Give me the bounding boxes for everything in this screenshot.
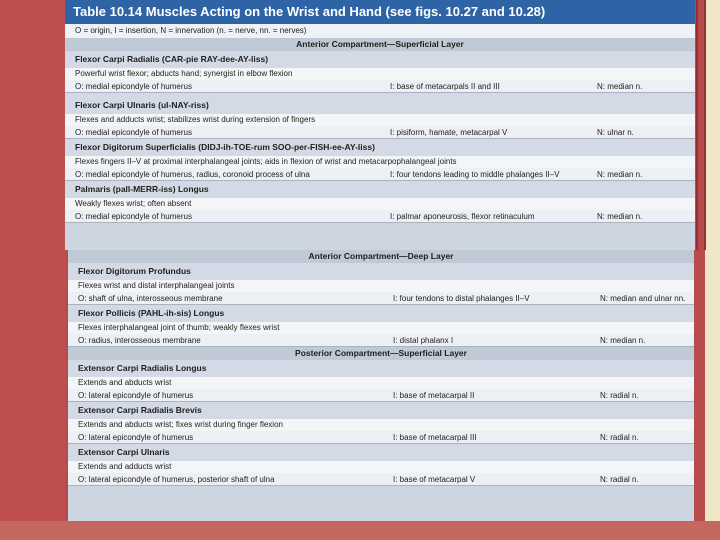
muscle-name: Extensor Carpi Radialis Brevis	[68, 402, 694, 419]
muscle-action: Powerful wrist flexor; abducts hand; syn…	[65, 68, 695, 80]
innervation-text: N: ulnar n.	[597, 128, 634, 137]
origin-text: O: lateral epicondyle of humerus	[78, 391, 194, 400]
origin-text: O: medial epicondyle of humerus	[75, 82, 192, 91]
muscle-action: Flexes and adducts wrist; stabilizes wri…	[65, 114, 695, 126]
decorative-border-lines	[696, 0, 706, 250]
muscle-action: Extends and abducts wrist	[68, 377, 694, 389]
muscle-details: O: medial epicondyle of humerus, radius,…	[65, 168, 695, 181]
origin-text: O: shaft of ulna, interosseous membrane	[78, 294, 223, 303]
origin-text: O: lateral epicondyle of humerus	[78, 433, 194, 442]
table-legend: O = origin, I = insertion, N = innervati…	[65, 24, 695, 38]
muscle-details: O: medial epicondyle of humerus I: pisif…	[65, 126, 695, 139]
innervation-text: N: median n.	[597, 82, 643, 91]
slide-left-margin	[0, 0, 65, 540]
innervation-text: N: median n.	[600, 336, 646, 345]
insertion-text: I: four tendons leading to middle phalan…	[390, 170, 560, 179]
decorative-floral-border	[705, 0, 720, 540]
insertion-text: I: pisiform, hamate, metacarpal V	[390, 128, 508, 137]
muscle-name: Flexor Carpi Ulnaris (ul-NAY-riss)	[65, 97, 695, 114]
insertion-text: I: base of metacarpal II	[393, 391, 475, 400]
muscle-details: O: shaft of ulna, interosseous membrane …	[68, 292, 694, 305]
insertion-text: I: base of metacarpals II and III	[390, 82, 500, 91]
muscle-details: O: medial epicondyle of humerus I: palma…	[65, 210, 695, 223]
origin-text: O: medial epicondyle of humerus, radius,…	[75, 170, 310, 179]
muscle-action: Weakly flexes wrist; often absent	[65, 198, 695, 210]
table-upper-panel: Table 10.14 Muscles Acting on the Wrist …	[65, 0, 695, 250]
muscle-details: O: lateral epicondyle of humerus I: base…	[68, 389, 694, 402]
muscle-name: Flexor Digitorum Profundus	[68, 263, 694, 280]
section-heading: Posterior Compartment—Superficial Layer	[68, 347, 694, 360]
section-heading: Anterior Compartment—Superficial Layer	[65, 38, 695, 51]
muscle-action: Extends and adducts wrist	[68, 461, 694, 473]
muscle-details: O: lateral epicondyle of humerus, poster…	[68, 473, 694, 486]
innervation-text: N: median n.	[597, 212, 643, 221]
innervation-text: N: radial n.	[600, 391, 639, 400]
innervation-text: N: radial n.	[600, 475, 639, 484]
insertion-text: I: base of metacarpal III	[393, 433, 477, 442]
insertion-text: I: palmar aponeurosis, flexor retinaculu…	[390, 212, 535, 221]
muscle-action: Flexes wrist and distal interphalangeal …	[68, 280, 694, 292]
table-title: Table 10.14 Muscles Acting on the Wrist …	[65, 0, 695, 24]
muscle-name: Flexor Digitorum Superficialis (DIDJ-ih-…	[65, 139, 695, 156]
origin-text: O: medial epicondyle of humerus	[75, 212, 192, 221]
section-heading: Anterior Compartment—Deep Layer	[68, 250, 694, 263]
muscle-name: Extensor Carpi Ulnaris	[68, 444, 694, 461]
slide-bottom-bar	[0, 521, 720, 540]
muscle-action: Flexes interphalangeal joint of thumb; w…	[68, 322, 694, 334]
origin-text: O: medial epicondyle of humerus	[75, 128, 192, 137]
muscle-details: O: lateral epicondyle of humerus I: base…	[68, 431, 694, 444]
muscle-details: O: medial epicondyle of humerus I: base …	[65, 80, 695, 93]
innervation-text: N: median n.	[597, 170, 643, 179]
innervation-text: N: median and ulnar nn.	[600, 294, 686, 303]
muscle-name: Palmaris (pall-MERR-iss) Longus	[65, 181, 695, 198]
table-lower-panel: Anterior Compartment—Deep Layer Flexor D…	[68, 250, 694, 521]
insertion-text: I: four tendons to distal phalanges II–V	[393, 294, 530, 303]
insertion-text: I: distal phalanx I	[393, 336, 454, 345]
origin-text: O: lateral epicondyle of humerus, poster…	[78, 475, 275, 484]
muscle-action: Extends and abducts wrist; fixes wrist d…	[68, 419, 694, 431]
muscle-details: O: radius, interosseous membrane I: dist…	[68, 334, 694, 347]
origin-text: O: radius, interosseous membrane	[78, 336, 201, 345]
muscle-name: Flexor Carpi Radialis (CAR-pie RAY-dee-A…	[65, 51, 695, 68]
muscle-name: Extensor Carpi Radialis Longus	[68, 360, 694, 377]
muscle-action: Flexes fingers II–V at proximal interpha…	[65, 156, 695, 168]
muscle-name: Flexor Pollicis (PAHL-ih-sis) Longus	[68, 305, 694, 322]
innervation-text: N: radial n.	[600, 433, 639, 442]
insertion-text: I: base of metacarpal V	[393, 475, 476, 484]
